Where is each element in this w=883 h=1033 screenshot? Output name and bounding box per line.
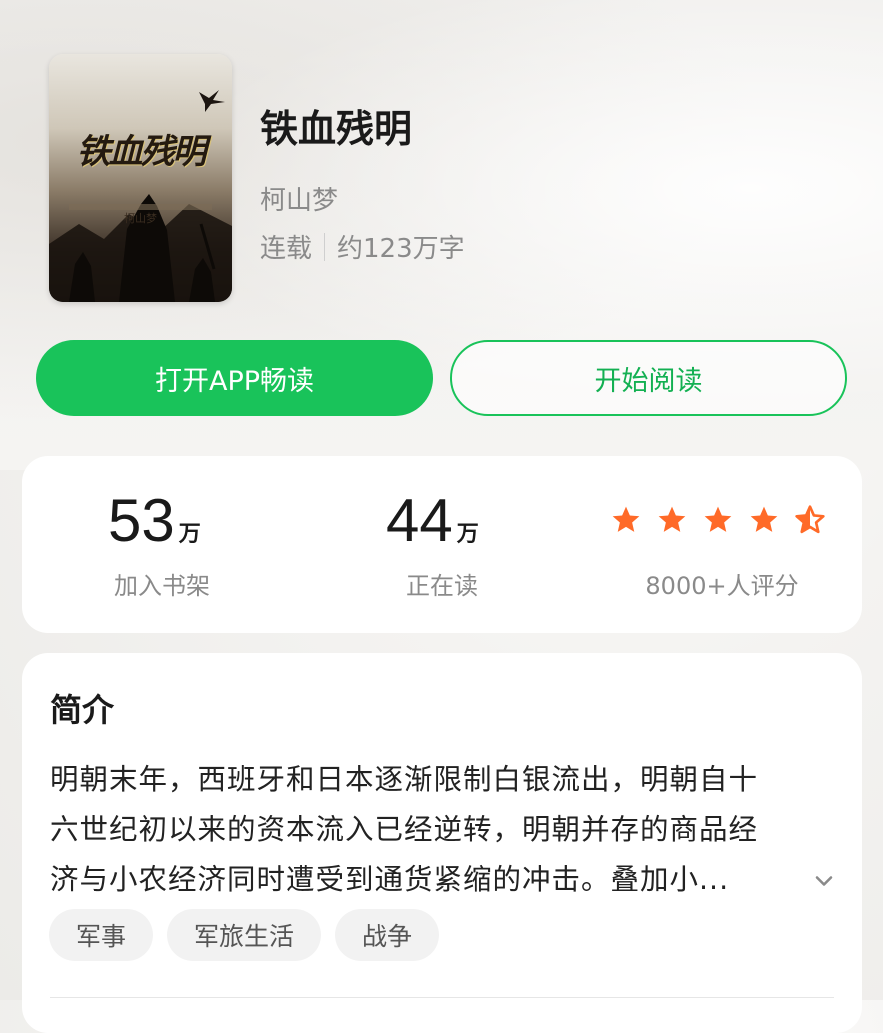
star-half-icon — [795, 505, 825, 534]
rating-stars — [610, 504, 826, 536]
intro-line: 济与小农经济同时遭受到通货紧缩的冲击。叠加小... — [50, 863, 730, 896]
intro-line: 六世纪初以来的资本流入已经逆转，明朝并存的商品经 — [50, 813, 759, 846]
book-status: 连载 — [260, 234, 313, 264]
section-divider — [50, 997, 834, 998]
rating-label: 8000+人评分 — [645, 572, 799, 600]
tag-military[interactable]: 军事 — [49, 909, 154, 961]
intro-card: 简介 明朝末年，西班牙和日本逐渐限制白银流出，明朝自十 六世纪初以来的资本流入已… — [22, 653, 862, 1033]
intro-heading: 简介 — [50, 691, 115, 729]
book-author[interactable]: 柯山梦 — [260, 180, 338, 217]
book-cover[interactable]: 铁血残明 柯山梦 — [49, 54, 232, 302]
book-word-count: 约123万字 — [337, 234, 465, 264]
stat-shelf-number: 53 — [108, 487, 175, 554]
star-full-icon — [658, 506, 686, 532]
tag-war[interactable]: 战争 — [335, 909, 440, 961]
cover-artwork — [49, 90, 232, 302]
intro-text[interactable]: 明朝末年，西班牙和日本逐渐限制白银流出，明朝自十 六世纪初以来的资本流入已经逆转… — [50, 755, 840, 905]
star-full-icon — [750, 506, 778, 532]
tag-list: 军事 军旅生活 战争 — [49, 909, 440, 961]
cover-author: 柯山梦 — [124, 212, 157, 225]
tag-military-life[interactable]: 军旅生活 — [167, 909, 322, 961]
chevron-down-icon[interactable] — [810, 867, 838, 895]
star-full-icon — [612, 506, 640, 532]
stat-shelf-label: 加入书架 — [114, 572, 210, 600]
start-reading-button[interactable]: 开始阅读 — [450, 340, 847, 416]
stat-reading-number: 44 — [386, 487, 453, 554]
stat-shelf-unit: 万 — [178, 521, 201, 546]
star-full-icon — [704, 506, 732, 532]
stats-card: 53 万 加入书架 44 万 正在读 8000+人评分 — [22, 456, 862, 633]
stat-reading-unit: 万 — [456, 521, 479, 546]
stat-shelf-value: 53 万 — [108, 486, 201, 555]
stat-reading-value: 44 万 — [386, 486, 479, 555]
stat-reading-label: 正在读 — [406, 572, 478, 600]
cover-title: 铁血残明 — [76, 132, 207, 172]
book-meta: 连载 约123万字 — [260, 228, 465, 265]
meta-divider — [324, 232, 326, 261]
intro-line: 明朝末年，西班牙和日本逐渐限制白银流出，明朝自十 — [50, 763, 759, 796]
book-title: 铁血残明 — [260, 107, 413, 151]
open-app-button[interactable]: 打开APP畅读 — [36, 340, 433, 416]
